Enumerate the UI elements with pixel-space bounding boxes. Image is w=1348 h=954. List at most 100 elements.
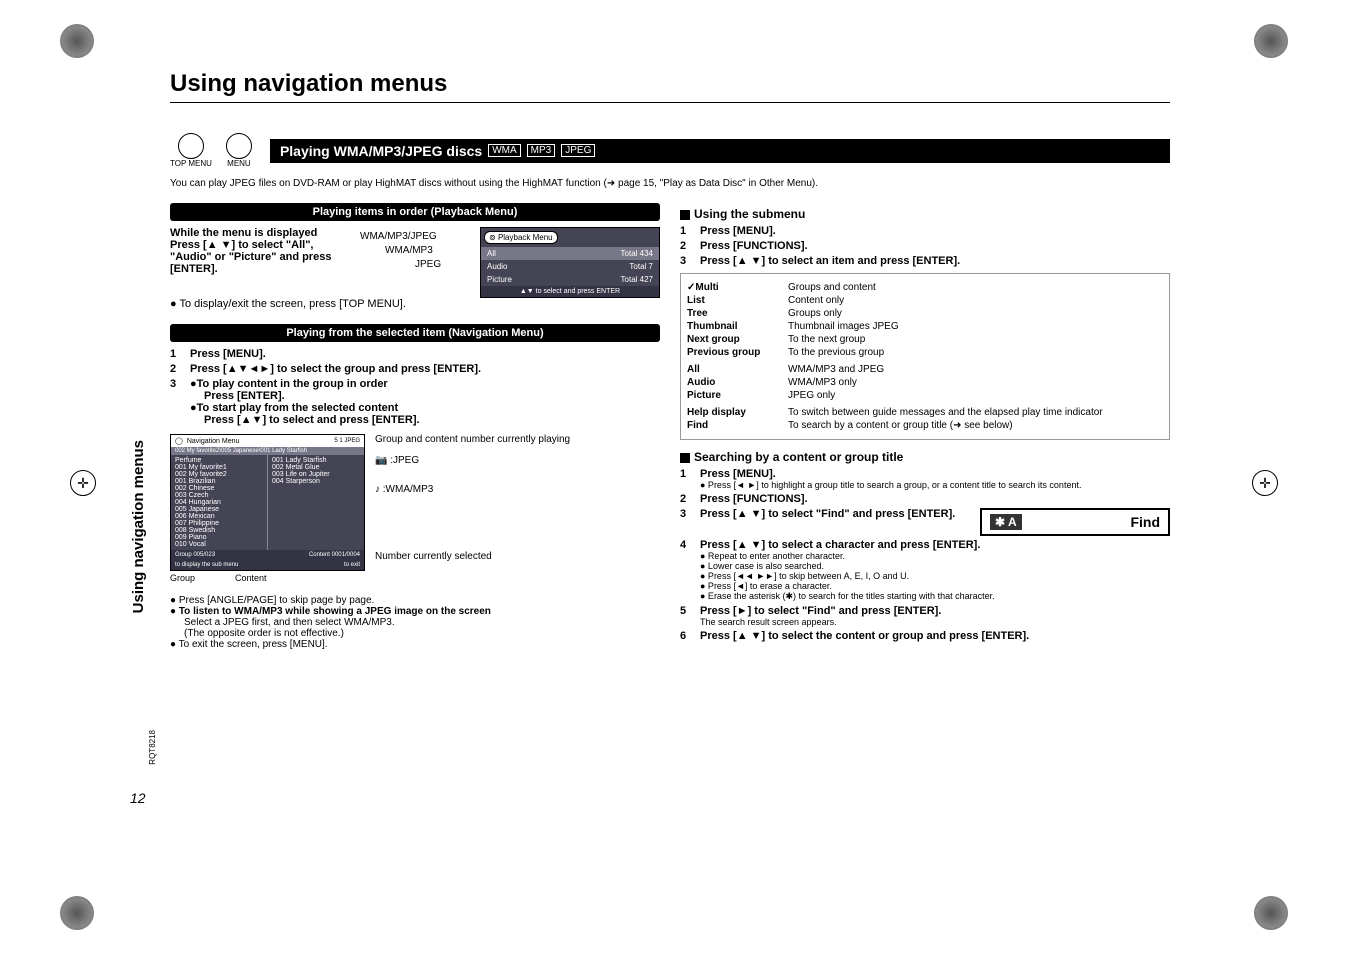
nav-step-2: Press [▲▼◄►] to select the group and pre… <box>190 363 660 375</box>
step-num-2: 2 <box>170 363 182 375</box>
search-step-4c: ● Press [◄◄ ►►] to skip between A, E, I,… <box>700 571 1170 581</box>
search-step-4e: ● Erase the asterisk (✱) to search for t… <box>700 591 1170 602</box>
pb-box-title: ⊚ Playback Menu <box>484 231 558 244</box>
step-num: 4 <box>680 539 692 602</box>
step-num: 3 <box>680 255 692 267</box>
nav-menu-header: Playing from the selected item (Navigati… <box>170 324 660 342</box>
step-num: 1 <box>680 468 692 490</box>
tip: ● Press [ANGLE/PAGE] to skip page by pag… <box>170 595 660 606</box>
wma-icon-label: ♪ :WMA/MP3 <box>375 484 570 495</box>
nav-right-item: 004 Starperson <box>272 478 360 485</box>
side-tab-label: Using navigation menus <box>130 440 147 613</box>
submenu-key: Find <box>687 420 782 431</box>
format-tag: MP3 <box>527 144 556 157</box>
nav-left-item: 002 Chinese <box>175 485 263 492</box>
search-step-4b: ● Lower case is also searched. <box>700 561 1170 571</box>
submenu-key: Tree <box>687 308 782 319</box>
submenu-step-1: Press [MENU]. <box>700 225 1170 237</box>
corner-decor <box>60 896 94 930</box>
tip: ● To listen to WMA/MP3 while showing a J… <box>170 606 660 617</box>
submenu-val: WMA/MP3 only <box>788 377 857 388</box>
submenu-val: JPEG only <box>788 390 835 401</box>
submenu-step-2: Press [FUNCTIONS]. <box>700 240 1170 252</box>
search-step-5: Press [►] to select "Find" and press [EN… <box>700 605 1170 617</box>
submenu-key: Thumbnail <box>687 321 782 332</box>
submenu-key: Picture <box>687 390 782 401</box>
nav-left-item: 007 Philippine <box>175 520 263 527</box>
search-step-4d: ● Press [◄] to erase a character. <box>700 581 1170 591</box>
search-step-3: Press [▲ ▼] to select "Find" and press [… <box>700 508 955 520</box>
search-step-4: Press [▲ ▼] to select a character and pr… <box>700 539 1170 551</box>
nav-left-item: Perfume <box>175 457 263 464</box>
nav-foot-right: to exit <box>344 562 360 568</box>
pb-row-all: AllTotal 434 <box>481 247 659 260</box>
label-wma-mp3-jpeg: WMA/MP3/JPEG <box>360 231 437 242</box>
label-group-playing: Group and content number currently playi… <box>375 434 570 445</box>
tip: (The opposite order is not effective.) <box>184 628 660 639</box>
nav-left-item: 008 Swedish <box>175 527 263 534</box>
registration-mark <box>1342 100 1348 126</box>
top-menu-button[interactable] <box>178 133 204 159</box>
doc-code: RQT8218 <box>148 730 157 765</box>
search-step-2: Press [FUNCTIONS]. <box>700 493 1170 505</box>
nav-right-item: 003 Life on Jupiter <box>272 471 360 478</box>
label-content: Content <box>235 573 267 583</box>
jpeg-icon-label: 📷 :JPEG <box>375 455 570 466</box>
search-step-6: Press [▲ ▼] to select the content or gro… <box>700 630 1170 642</box>
label-group: Group <box>170 573 195 583</box>
registration-mark <box>1252 470 1278 496</box>
nav-badges: 5 1 JPEG <box>334 438 360 444</box>
nav-step-3b: Press [ENTER]. <box>204 390 660 402</box>
submenu-val: Groups only <box>788 308 842 319</box>
submenu-key: Next group <box>687 334 782 345</box>
nav-left-item: 005 Japanese <box>175 506 263 513</box>
registration-mark <box>70 470 96 496</box>
nav-foot-group: Group 005/023 <box>175 552 215 558</box>
nav-right-item: 002 Metal Glue <box>272 464 360 471</box>
nav-left-item: 001 My favorite1 <box>175 464 263 471</box>
nav-left-item: 009 Piano <box>175 534 263 541</box>
pb-instruction-2: Press [▲ ▼] to select "All", "Audio" or … <box>170 239 350 275</box>
step-num: 3 <box>680 508 692 536</box>
navigation-menu-box: ◯ Navigation Menu 5 1 JPEG 002 My favori… <box>170 434 365 571</box>
intro-note: You can play JPEG files on DVD-RAM or pl… <box>170 178 1170 189</box>
nav-step-1: Press [MENU]. <box>190 348 660 360</box>
submenu-val: Groups and content <box>788 282 876 293</box>
pb-box-foot: ▲▼ to select and press ENTER <box>481 286 659 297</box>
label-jpeg: JPEG <box>415 259 441 270</box>
submenu-key: Audio <box>687 377 782 388</box>
format-tag: JPEG <box>561 144 595 157</box>
title-rule <box>170 102 1170 103</box>
corner-decor <box>1254 896 1288 930</box>
submenu-val: To the previous group <box>788 347 884 358</box>
submenu-val: Thumbnail images JPEG <box>788 321 899 332</box>
search-heading: Searching by a content or group title <box>680 450 1170 464</box>
menu-label: MENU <box>227 159 251 168</box>
step-num: 5 <box>680 605 692 627</box>
nav-left-item: 001 Brazilian <box>175 478 263 485</box>
tip: ● To exit the screen, press [MENU]. <box>170 639 660 650</box>
corner-decor <box>60 24 94 58</box>
nav-foot-left: to display the sub menu <box>175 562 238 568</box>
banner-text: Playing WMA/MP3/JPEG discs <box>280 143 482 159</box>
label-num-selected: Number currently selected <box>375 551 570 562</box>
step-num: 2 <box>680 240 692 252</box>
playback-menu-header: Playing items in order (Playback Menu) <box>170 203 660 221</box>
menu-button[interactable] <box>226 133 252 159</box>
nav-step-3c: ●To start play from the selected content <box>190 402 660 414</box>
submenu-key: Help display <box>687 407 782 418</box>
label-wma-mp3: WMA/MP3 <box>385 245 433 256</box>
nav-box-title: Navigation Menu <box>187 438 240 445</box>
step-num-1: 1 <box>170 348 182 360</box>
submenu-step-3: Press [▲ ▼] to select an item and press … <box>700 255 1170 267</box>
nav-step-3d: Press [▲▼] to select and press [ENTER]. <box>204 414 660 426</box>
pb-instruction-3: ● To display/exit the screen, press [TOP… <box>170 298 660 310</box>
nav-step-3a: ●To play content in the group in order <box>190 378 660 390</box>
submenu-key: List <box>687 295 782 306</box>
submenu-val: To the next group <box>788 334 865 345</box>
step-num-3: 3 <box>170 378 182 426</box>
submenu-val: Content only <box>788 295 844 306</box>
submenu-val: WMA/MP3 and JPEG <box>788 364 884 375</box>
nav-left-item: 004 Hungarian <box>175 499 263 506</box>
find-label: Find <box>1130 514 1160 530</box>
